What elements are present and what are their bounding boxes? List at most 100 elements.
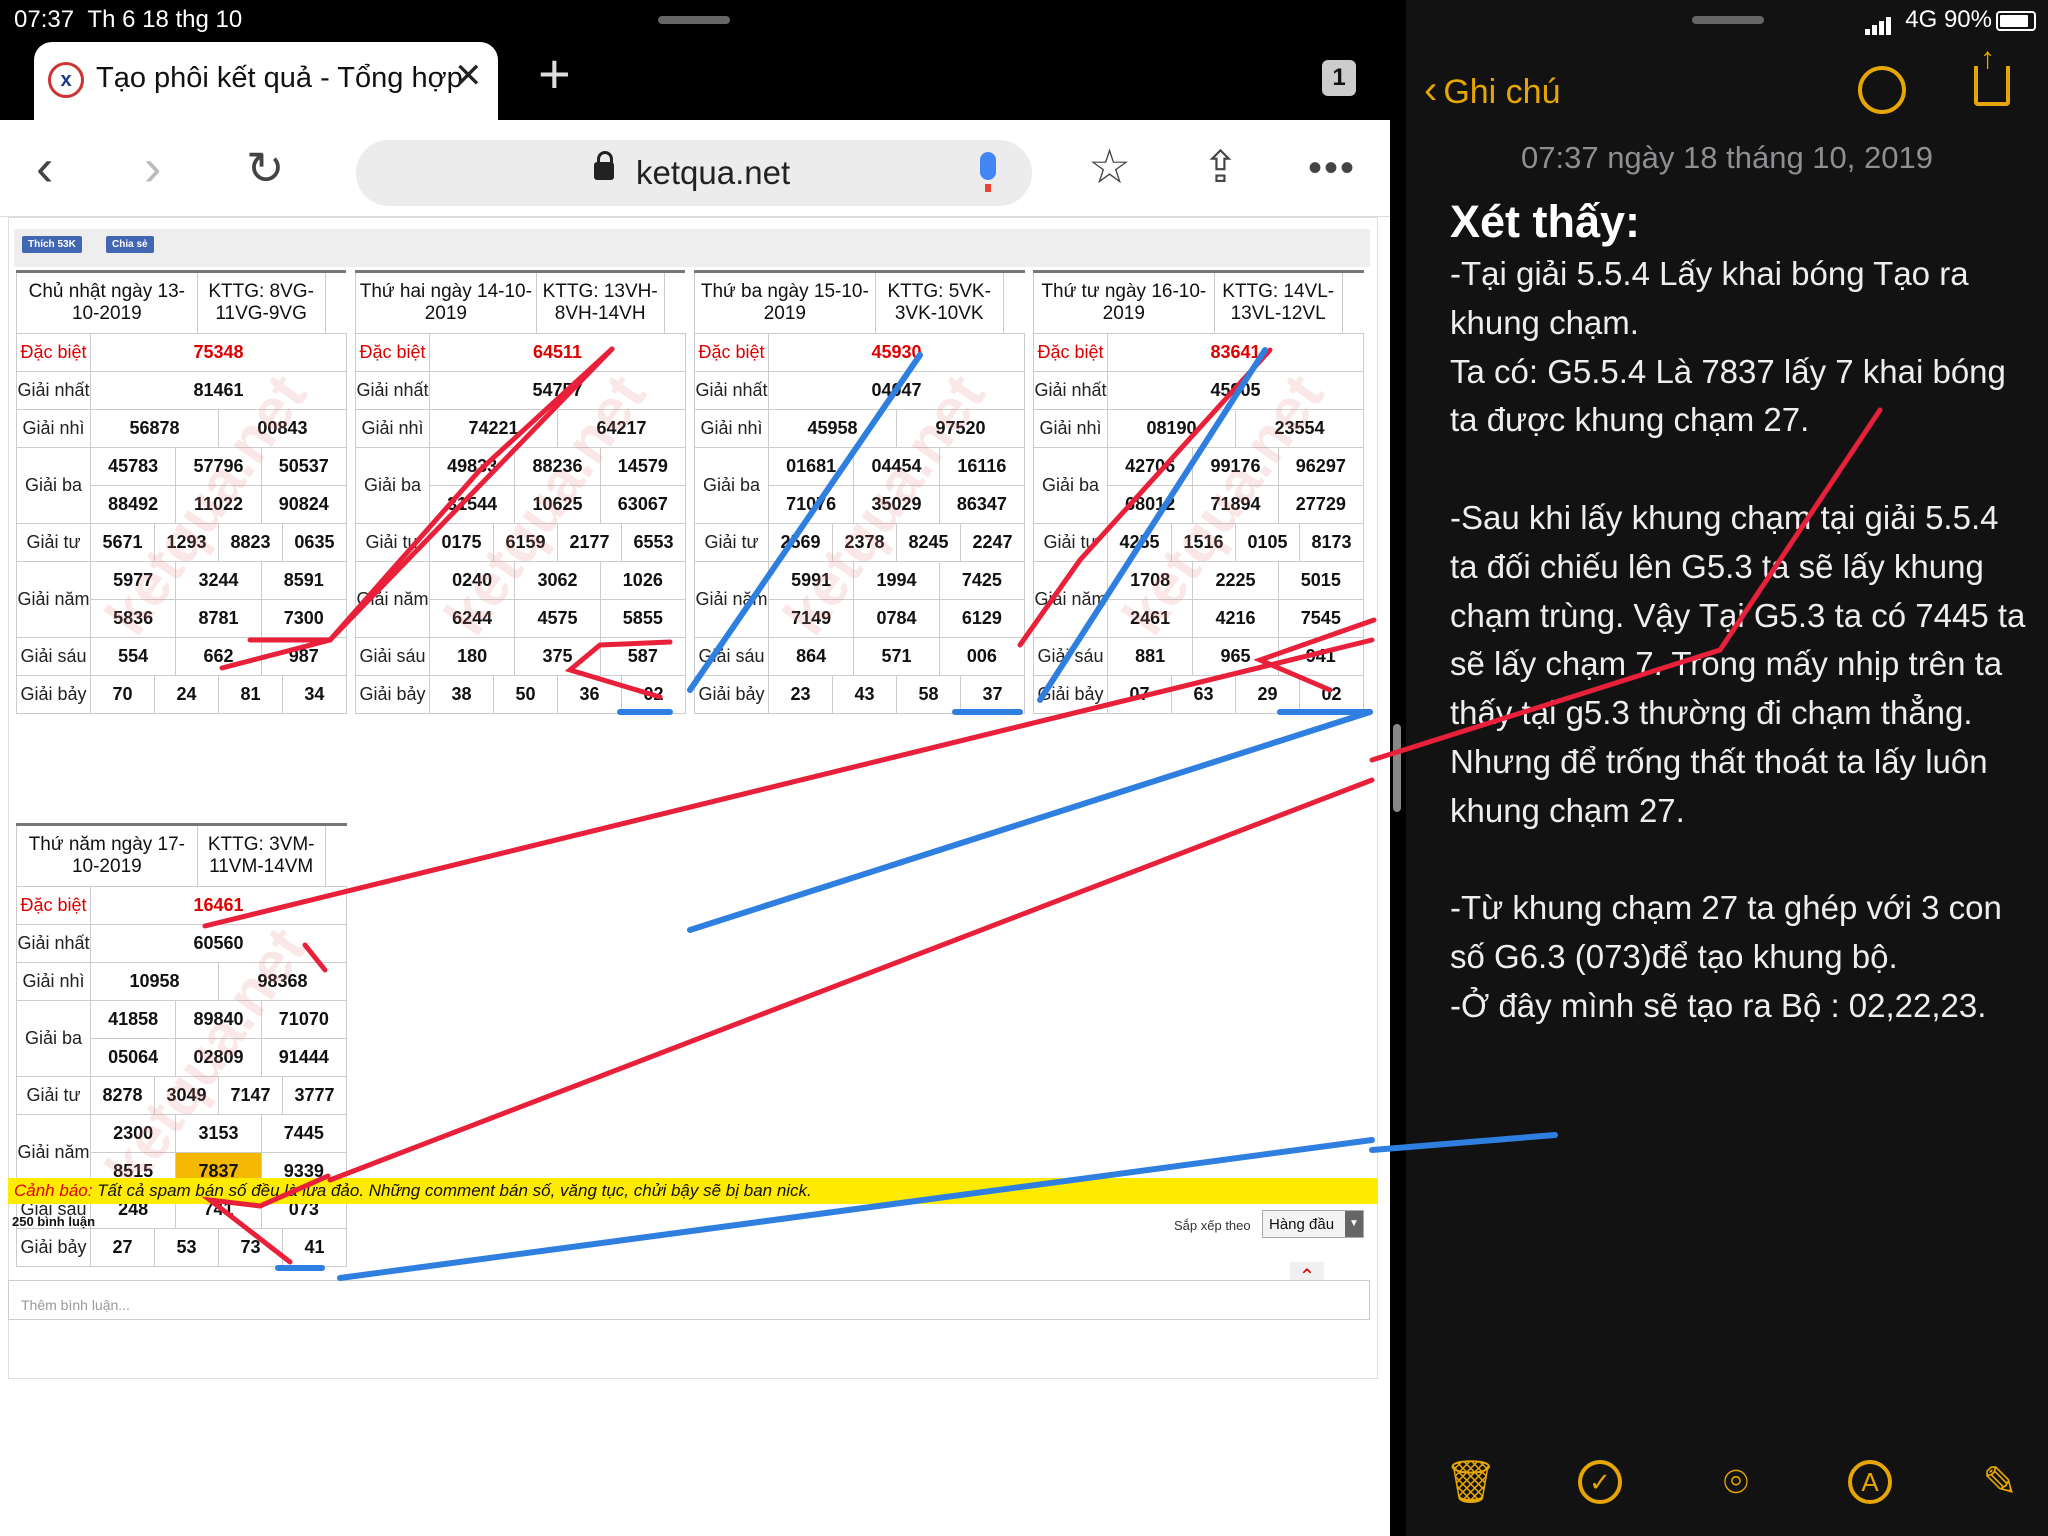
result-cell: 74221 [428, 409, 559, 448]
prize-label: Giải tư [16, 1076, 91, 1115]
result-cell: 662 [175, 637, 262, 676]
result-cell: 41 [281, 1228, 348, 1267]
result-cell: 1026 [599, 561, 686, 600]
prize-label: Giải năm [694, 561, 769, 638]
result-cell: 965 [1192, 637, 1279, 676]
add-person-icon[interactable] [1858, 66, 1906, 114]
forward-icon[interactable]: › [144, 140, 161, 196]
result-cell: 73 [218, 1228, 283, 1267]
result-cell: 554 [89, 637, 177, 676]
multitask-grabber[interactable] [658, 16, 730, 24]
special-prize-number: 75348 [90, 333, 347, 372]
result-cell: 90824 [260, 485, 347, 524]
close-icon[interactable]: ✕ [454, 56, 483, 96]
browser-tab[interactable]: x Tạo phôi kết quả - Tổng hợp ✕ [34, 42, 498, 122]
mic-icon[interactable] [980, 152, 996, 192]
result-cell: 2247 [959, 523, 1026, 562]
prize-label: Giải tư [355, 523, 430, 562]
result-cell: 0784 [853, 599, 940, 638]
prize-label: Giải ba [694, 447, 769, 524]
notes-toolbar: 🗑 ✓ ⌾ A ✎ [1406, 1460, 2048, 1520]
result-cell: 571 [853, 637, 940, 676]
prize-label: Giải nhì [355, 409, 430, 448]
result-cell: 987 [260, 637, 347, 676]
prize-label: Giải nhì [16, 962, 91, 1001]
markup-icon[interactable]: A [1848, 1460, 1892, 1504]
reload-icon[interactable]: ↻ [246, 140, 285, 196]
prize-label: Đặc biệt [694, 333, 769, 372]
tab-count-button[interactable]: 1 [1322, 60, 1356, 96]
result-cell: 006 [938, 637, 1026, 676]
note-paragraph: -Sau khi lấy khung chạm tại giải 5.5.4 t… [1450, 498, 2026, 829]
result-cell: 864 [767, 637, 855, 676]
kttg-code: KTTG: 5VK-3VK-10VK [874, 271, 1004, 334]
prize-label: Giải ba [16, 1000, 91, 1077]
share-icon[interactable]: ⇪ [1202, 140, 1239, 196]
spam-warning-banner: Cảnh báo: Tất cả spam bán số đều là lừa … [8, 1178, 1378, 1204]
note-body[interactable]: -Tại giải 5.5.4 Lấy khai bóng Tạo ra khu… [1450, 250, 2030, 1031]
special-prize-number: 64511 [429, 333, 686, 372]
facebook-like-button[interactable]: Thích 53K [22, 236, 82, 253]
prize-label: Giải nhất [355, 371, 430, 410]
prize-label: Đặc biệt [355, 333, 430, 372]
facebook-share-button[interactable]: Chia sẻ [106, 236, 154, 253]
result-cell: 24 [153, 675, 219, 714]
note-paragraph: -Từ khung chạm 27 ta ghép với 3 con số G… [1450, 889, 2002, 976]
result-cell: 56878 [90, 409, 219, 448]
draw-date: Thứ tư ngày 16-10-2019 [1033, 271, 1215, 334]
prize-label: Giải nhì [16, 409, 91, 448]
prize-label: Giải sáu [355, 637, 430, 676]
result-cell: 53 [153, 1228, 220, 1267]
star-icon[interactable]: ☆ [1088, 140, 1131, 196]
comments-count: 250 bình luận [12, 1214, 96, 1229]
draw-date: Thứ hai ngày 14-10-2019 [355, 271, 537, 334]
kttg-code: KTTG: 3VM-11VM-14VM [196, 824, 326, 887]
prize-label: Giải tư [694, 523, 769, 562]
back-icon[interactable]: ‹ [36, 140, 53, 196]
result-cell: 4575 [514, 599, 601, 638]
result-cell: 8781 [175, 599, 262, 638]
result-cell: 34 [281, 675, 347, 714]
special-prize-number: 16461 [90, 886, 347, 925]
prize-label: Giải nhì [1033, 409, 1108, 448]
result-cell: 42706 [1106, 447, 1194, 486]
note-title[interactable]: Xét thấy: [1450, 196, 1640, 248]
result-cell: 02 [1298, 675, 1365, 714]
sort-select[interactable]: Hàng đầu ▼ [1262, 1210, 1364, 1238]
browser-nav-bar: ‹ › ↻ ketqua.net ☆ ⇪ ••• [0, 120, 1400, 217]
result-cell: 81 [217, 675, 283, 714]
share-icon[interactable] [1974, 42, 2010, 106]
kttg-code: KTTG: 8VG-11VG-9VG [196, 271, 326, 334]
camera-icon[interactable]: ⌾ [1710, 1460, 1762, 1504]
prize-label: Giải năm [355, 561, 430, 638]
compose-icon[interactable]: ✎ [1978, 1460, 2022, 1504]
result-cell: 375 [514, 637, 601, 676]
draw-date: Thứ ba ngày 15-10-2019 [694, 271, 876, 334]
result-cell: 180 [428, 637, 516, 676]
comment-input[interactable]: Thêm bình luận... [8, 1280, 1370, 1320]
result-cell: 587 [599, 637, 686, 676]
prize-label: Giải bảy [16, 1228, 91, 1267]
result-cell: 4216 [1192, 599, 1279, 638]
checklist-icon[interactable]: ✓ [1578, 1460, 1622, 1504]
multitask-grabber-notes[interactable] [1692, 16, 1764, 24]
result-cell: 63067 [599, 485, 686, 524]
plus-icon[interactable]: + [538, 44, 571, 104]
kttg-code: KTTG: 13VH-8VH-14VH [535, 271, 665, 334]
address-bar[interactable]: ketqua.net [356, 140, 1032, 206]
result-cell: 6129 [938, 599, 1026, 638]
more-icon[interactable]: ••• [1308, 140, 1356, 196]
result-cell: 0635 [281, 523, 347, 562]
prize-label: Đặc biệt [1033, 333, 1108, 372]
browser-pane: 07:37 Th 6 18 thg 10 x Tạo phôi kết quả … [0, 0, 1400, 1536]
notes-back-button[interactable]: ‹ Ghi chú [1424, 68, 1561, 113]
result-cell: 41858 [89, 1000, 177, 1039]
split-handle[interactable] [1393, 724, 1401, 812]
prize-label: Giải nhì [694, 409, 769, 448]
prize-label: Giải tư [1033, 523, 1108, 562]
prize-label: Giải bảy [355, 675, 430, 714]
status-indicators: 4G 90% [1864, 6, 2036, 35]
result-cell: 10958 [90, 962, 219, 1001]
prize-label: Giải ba [355, 447, 430, 524]
trash-icon[interactable]: 🗑 [1444, 1460, 1497, 1504]
